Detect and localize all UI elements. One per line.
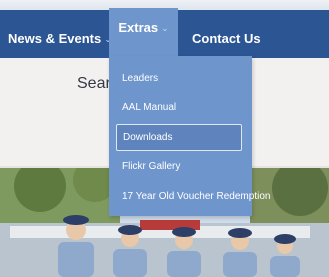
nav-item-label: Extras [118, 20, 159, 35]
dropdown-item-downloads[interactable]: Downloads [116, 124, 242, 151]
nav-item-label: Contact Us [192, 31, 261, 46]
dropdown-item-leaders[interactable]: Leaders [113, 65, 241, 92]
search-heading: Sear [77, 75, 111, 92]
dropdown-item-aal-manual[interactable]: AAL Manual [113, 94, 241, 121]
dropdown-item-voucher-redemption[interactable]: 17 Year Old Voucher Redemption [113, 183, 270, 210]
extras-dropdown-menu: Leaders AAL Manual Downloads Flickr Gall… [109, 56, 270, 216]
dropdown-item-flickr-gallery[interactable]: Flickr Gallery [113, 153, 241, 180]
nav-item-extras[interactable]: Extras ⌄ [109, 8, 178, 56]
nav-item-contact-us[interactable]: Contact Us [192, 10, 261, 58]
nav-item-label: News & Events [8, 31, 102, 46]
chevron-down-icon: ⌄ [161, 23, 169, 33]
nav-item-news-events[interactable]: News & Events ⌄ [8, 10, 112, 58]
